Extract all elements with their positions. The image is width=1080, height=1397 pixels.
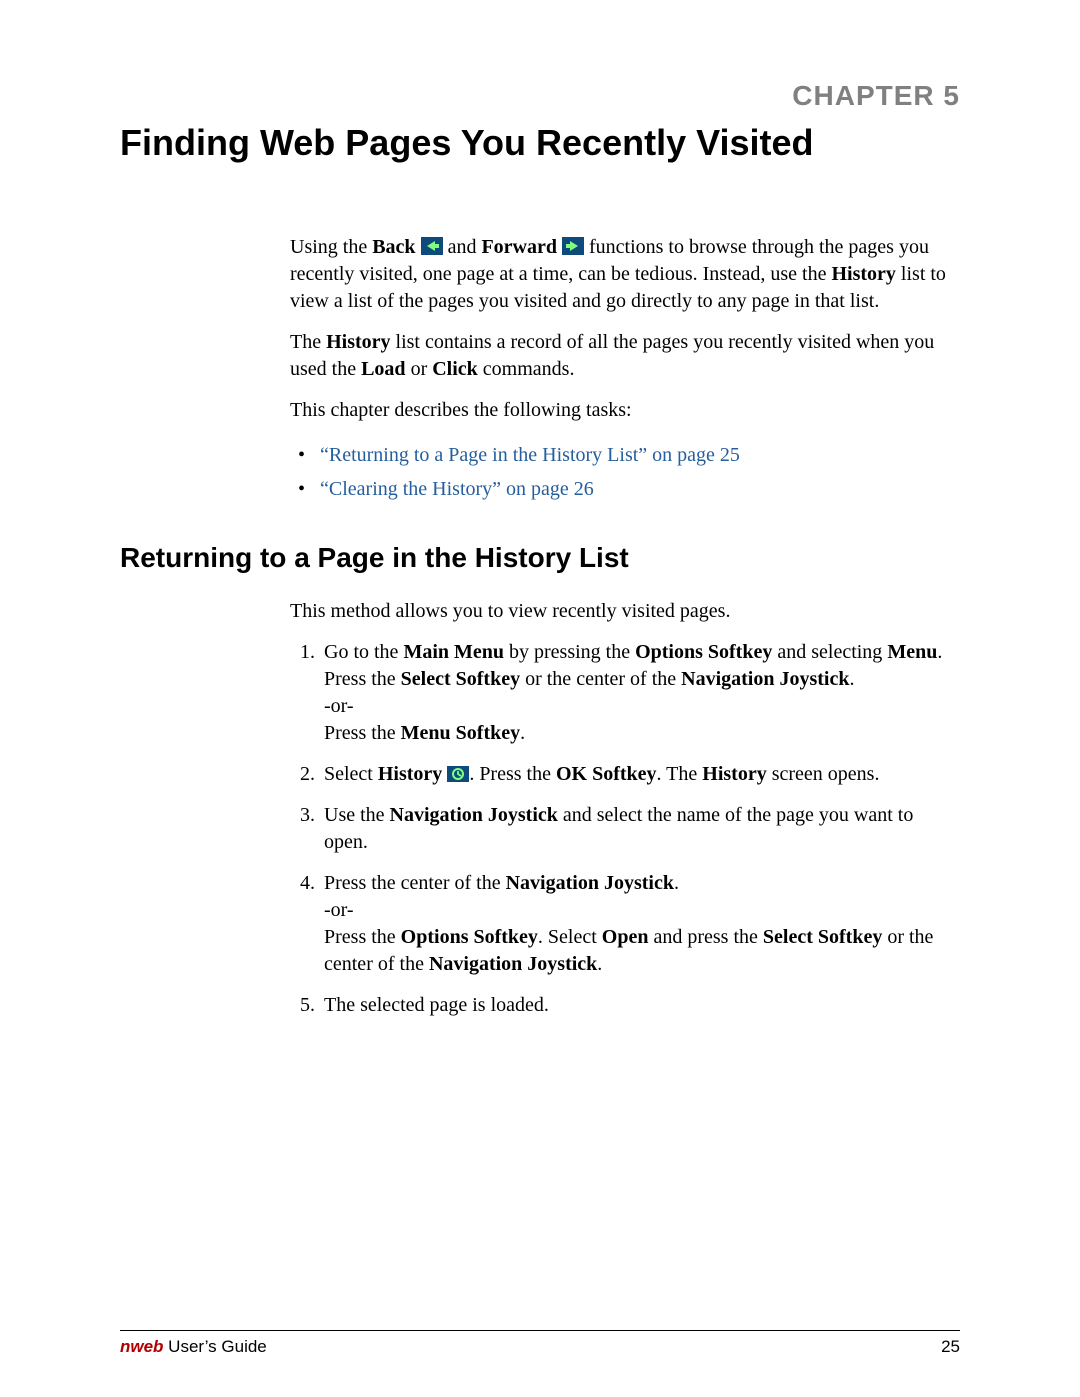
intro-paragraph-1: Using the Back and Forward functions to … — [290, 234, 960, 315]
bold: Navigation Joystick — [429, 953, 597, 975]
text: . Select — [538, 926, 602, 948]
bold: Menu — [887, 641, 937, 663]
page-footer: nweb User’s Guide 25 — [120, 1330, 960, 1357]
text: or the center of the — [520, 668, 681, 690]
section-intro: This method allows you to view recently … — [290, 598, 960, 625]
intro-block: Using the Back and Forward functions to … — [290, 234, 960, 506]
section-body: This method allows you to view recently … — [290, 598, 960, 1019]
bold: Options Softkey — [401, 926, 538, 948]
text: Select — [324, 763, 378, 785]
list-item: “Returning to a Page in the History List… — [320, 438, 960, 472]
link-clearing-history[interactable]: “Clearing the History” on page 26 — [320, 478, 594, 500]
bold: Navigation Joystick — [506, 872, 674, 894]
or-text: -or- — [324, 695, 354, 717]
step-4: Press the center of the Navigation Joyst… — [320, 870, 960, 978]
text: screen opens. — [767, 763, 880, 785]
text: Using the — [290, 236, 372, 258]
page: CHAPTER 5 Finding Web Pages You Recently… — [0, 0, 1080, 1397]
text: Press the center of the — [324, 872, 506, 894]
footer-rest: User’s Guide — [163, 1337, 266, 1356]
bold-history: History — [326, 331, 390, 353]
bold: Navigation Joystick — [390, 804, 558, 826]
bold-back: Back — [372, 236, 415, 258]
text: or — [406, 358, 433, 380]
content-area: CHAPTER 5 Finding Web Pages You Recently… — [120, 80, 960, 1033]
chapter-title: Finding Web Pages You Recently Visited — [120, 122, 960, 164]
text: . — [520, 722, 525, 744]
step-3: Use the Navigation Joystick and select t… — [320, 802, 960, 856]
bold: History — [702, 763, 766, 785]
footer-rule — [120, 1330, 960, 1331]
text: . — [597, 953, 602, 975]
list-item: “Clearing the History” on page 26 — [320, 472, 960, 506]
bold: OK Softkey — [556, 763, 657, 785]
or-text: -or- — [324, 899, 354, 921]
text: The — [290, 331, 326, 353]
text: Press the — [324, 926, 401, 948]
text: and press the — [648, 926, 762, 948]
task-link-list: “Returning to a Page in the History List… — [290, 438, 960, 506]
bold: Select Softkey — [763, 926, 882, 948]
back-arrow-icon — [421, 237, 443, 255]
bold: History — [378, 763, 442, 785]
step-5: The selected page is loaded. — [320, 992, 960, 1019]
bold-click: Click — [432, 358, 478, 380]
bold: Select Softkey — [401, 668, 520, 690]
history-icon — [447, 766, 469, 782]
footer-row: nweb User’s Guide 25 — [120, 1337, 960, 1357]
intro-paragraph-2: The History list contains a record of al… — [290, 329, 960, 383]
chapter-label: CHAPTER 5 — [120, 80, 960, 112]
bold: Main Menu — [403, 641, 504, 663]
link-returning-to-page[interactable]: “Returning to a Page in the History List… — [320, 444, 740, 466]
text: Press the — [324, 722, 401, 744]
bold: Menu Softkey — [401, 722, 520, 744]
page-number: 25 — [941, 1337, 960, 1357]
footer-title: nweb User’s Guide — [120, 1337, 267, 1357]
bold: Open — [602, 926, 649, 948]
footer-brand: nweb — [120, 1337, 163, 1356]
steps-list: Go to the Main Menu by pressing the Opti… — [290, 639, 960, 1019]
text: . The — [657, 763, 703, 785]
bold-history: History — [831, 263, 895, 285]
bold-load: Load — [361, 358, 405, 380]
text: commands. — [478, 358, 575, 380]
bold: Options Softkey — [635, 641, 772, 663]
text: . — [849, 668, 854, 690]
text: Use the — [324, 804, 390, 826]
text: . Press the — [469, 763, 556, 785]
intro-paragraph-3: This chapter describes the following tas… — [290, 397, 960, 424]
text: Go to the — [324, 641, 403, 663]
text: by pressing the — [504, 641, 635, 663]
section-heading: Returning to a Page in the History List — [120, 542, 960, 574]
step-2: Select History . Press the OK Softkey. T… — [320, 761, 960, 788]
bold: Navigation Joystick — [681, 668, 849, 690]
step-1: Go to the Main Menu by pressing the Opti… — [320, 639, 960, 747]
forward-arrow-icon — [562, 237, 584, 255]
text: . — [674, 872, 679, 894]
text: and selecting — [772, 641, 887, 663]
text: and — [443, 236, 482, 258]
bold-forward: Forward — [481, 236, 557, 258]
